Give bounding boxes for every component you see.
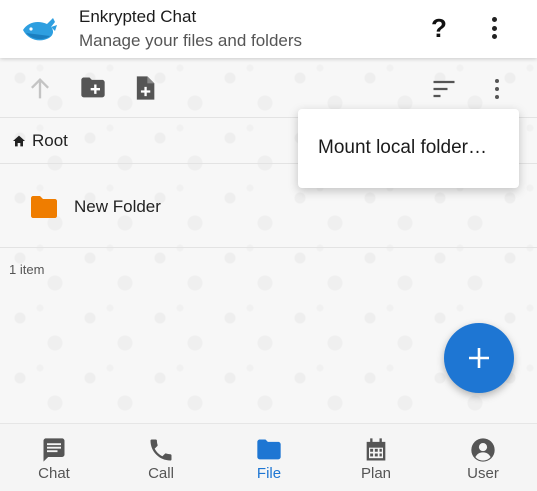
item-count: 1 item — [9, 262, 45, 277]
chat-icon — [43, 438, 65, 462]
bottom-navigation: Chat Call File Plan User — [0, 423, 537, 491]
plus-icon — [469, 348, 489, 368]
toolbar-more-icon[interactable] — [493, 78, 501, 102]
app-title: Enkrypted Chat — [79, 7, 197, 26]
app-subtitle: Manage your files and folders — [79, 31, 303, 50]
breadcrumb-root[interactable]: Root — [32, 131, 68, 151]
app-header: Enkrypted Chat Manage your files and fol… — [0, 0, 537, 58]
nav-item-chat[interactable]: Chat — [0, 424, 108, 491]
folder-icon — [257, 439, 281, 460]
nav-item-call[interactable]: Call — [107, 424, 215, 491]
nav-item-file[interactable]: File — [215, 424, 323, 491]
mount-local-folder-item[interactable]: Mount local folder… — [318, 137, 487, 159]
new-folder-icon[interactable] — [79, 74, 107, 102]
overflow-menu: Mount local folder… — [298, 109, 519, 188]
phone-icon — [150, 439, 172, 461]
arrow-up-icon[interactable] — [26, 75, 54, 103]
home-icon[interactable] — [11, 133, 27, 149]
new-file-icon[interactable] — [131, 74, 159, 102]
nav-item-plan[interactable]: Plan — [322, 424, 430, 491]
nav-label-chat: Chat — [38, 465, 70, 482]
header-more-menu-icon[interactable] — [490, 16, 498, 40]
add-fab-button[interactable] — [444, 323, 514, 393]
nav-label-user: User — [467, 465, 499, 482]
nav-label-file: File — [256, 465, 282, 482]
nav-label-plan: Plan — [360, 465, 392, 482]
whale-logo-icon — [23, 18, 57, 41]
file-list-item[interactable]: New Folder — [0, 182, 537, 232]
file-toolbar — [0, 66, 537, 112]
help-button[interactable]: ? — [425, 9, 453, 47]
sort-icon[interactable] — [430, 75, 458, 103]
folder-name: New Folder — [74, 197, 161, 216]
calendar-icon — [366, 438, 386, 461]
nav-label-call: Call — [148, 465, 174, 482]
user-icon — [471, 438, 495, 462]
nav-item-user[interactable]: User — [429, 424, 537, 491]
list-divider — [0, 247, 537, 248]
folder-icon — [31, 196, 57, 218]
